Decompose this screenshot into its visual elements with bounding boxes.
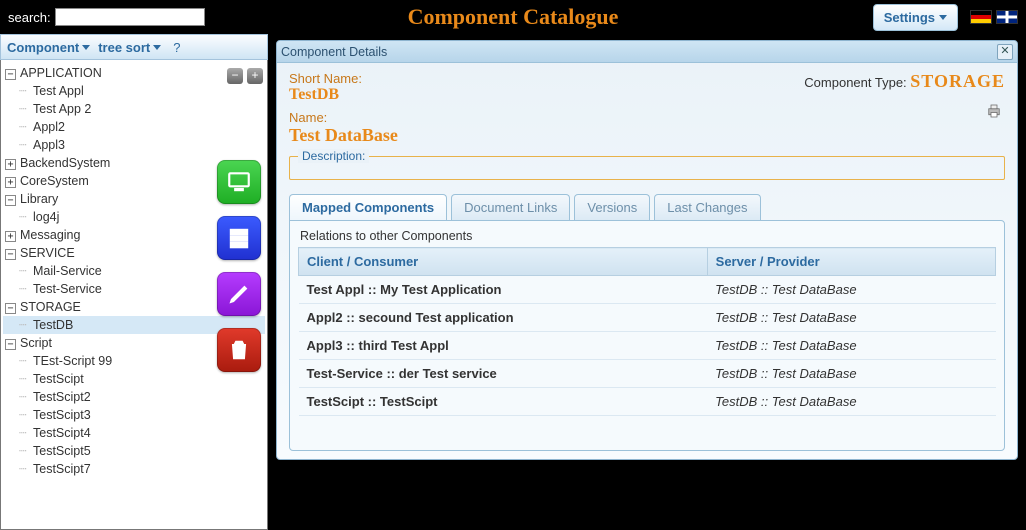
expand-all-button[interactable]: + [247,68,263,84]
table-row[interactable]: Test Appl :: My Test ApplicationTestDB :… [299,276,996,304]
name-label: Name: [289,110,804,125]
menu-tree-sort[interactable]: tree sort [98,40,161,55]
chevron-down-icon [153,45,161,50]
tab-bar: Mapped ComponentsDocument LinksVersionsL… [289,194,1005,220]
tree-item[interactable]: TestScipt5 [3,442,265,460]
tree-toolbar: Component tree sort ? [0,34,268,60]
monitor-icon[interactable] [217,160,261,204]
col-client[interactable]: Client / Consumer [299,248,708,276]
flag-uk-icon[interactable] [996,10,1018,24]
tree-item[interactable]: Test App 2 [3,100,265,118]
tab[interactable]: Document Links [451,194,570,220]
tree-item[interactable]: TestScipt2 [3,388,265,406]
tree-group-label: APPLICATION [20,66,102,80]
short-name-label: Short Name: [289,71,804,86]
cell-server: TestDB :: Test DataBase [707,332,995,360]
component-type-label: Component Type: [804,75,906,90]
tree-item[interactable]: Appl2 [3,118,265,136]
flag-de-icon[interactable] [970,10,992,24]
cell-client: Appl2 :: secound Test application [299,304,708,332]
tree-group-label: BackendSystem [20,156,110,170]
tree-group-label: Messaging [20,228,80,242]
top-bar: search: Component Catalogue Settings [0,0,1026,34]
relations-title: Relations to other Components [300,229,996,243]
cell-client: Test-Service :: der Test service [299,360,708,388]
table-row[interactable]: Appl3 :: third Test ApplTestDB :: Test D… [299,332,996,360]
collapse-all-button[interactable]: − [227,68,243,84]
search-label: search: [8,10,51,25]
component-type-value: STORAGE [910,71,1005,91]
plus-icon[interactable]: + [5,159,16,170]
col-server[interactable]: Server / Provider [707,248,995,276]
tree-group-label: SERVICE [20,246,75,260]
tab[interactable]: Mapped Components [289,194,447,220]
cell-server: TestDB :: Test DataBase [707,276,995,304]
edit-icon[interactable] [217,272,261,316]
tree-item[interactable]: TestScipt [3,370,265,388]
minus-icon[interactable]: − [5,69,16,80]
tree-group[interactable]: −APPLICATION [3,64,265,82]
short-name-value: TestDB [289,86,804,104]
tree-group-label: Script [20,336,52,350]
panel-title: Component Details [281,45,387,59]
table-row[interactable]: Test-Service :: der Test serviceTestDB :… [299,360,996,388]
chevron-down-icon [939,15,947,20]
description-label: Description: [298,149,369,163]
close-icon[interactable]: ✕ [997,44,1013,60]
settings-button[interactable]: Settings [873,4,958,31]
minus-icon[interactable]: − [5,195,16,206]
app-title: Component Catalogue [408,4,619,30]
tree-item[interactable]: Test Appl [3,82,265,100]
minus-icon[interactable]: − [5,249,16,260]
tree-group-label: STORAGE [20,300,81,314]
cell-client: Appl3 :: third Test Appl [299,332,708,360]
cell-server: TestDB :: Test DataBase [707,304,995,332]
name-value: Test DataBase [289,125,804,146]
language-flags [970,10,1018,24]
table-row[interactable]: TestScipt :: TestSciptTestDB :: Test Dat… [299,388,996,416]
chevron-down-icon [82,45,90,50]
help-button[interactable]: ? [173,40,180,55]
cell-client: Test Appl :: My Test Application [299,276,708,304]
plus-icon[interactable]: + [5,177,16,188]
minus-icon[interactable]: − [5,339,16,350]
tree-item[interactable]: TestScipt4 [3,424,265,442]
tab-pane: Relations to other Components Client / C… [289,220,1005,451]
cell-server: TestDB :: Test DataBase [707,388,995,416]
tab[interactable]: Versions [574,194,650,220]
storage-icon[interactable] [217,216,261,260]
table-row[interactable]: Appl2 :: secound Test applicationTestDB … [299,304,996,332]
search-wrap: search: [8,8,205,26]
tree-group-label: CoreSystem [20,174,89,188]
description-box: Description: [289,156,1005,180]
relations-table: Client / Consumer Server / Provider Test… [298,247,996,416]
details-panel: Component Details ✕ Short Name: TestDB N… [276,40,1018,460]
settings-label: Settings [884,10,935,25]
cell-server: TestDB :: Test DataBase [707,360,995,388]
plus-icon[interactable]: + [5,231,16,242]
menu-component[interactable]: Component [7,40,90,55]
tree-item[interactable]: Appl3 [3,136,265,154]
cell-client: TestScipt :: TestScipt [299,388,708,416]
minus-icon[interactable]: − [5,303,16,314]
tree-item[interactable]: TestScipt7 [3,460,265,478]
side-action-icons [217,160,261,372]
trash-icon[interactable] [217,328,261,372]
search-input[interactable] [55,8,205,26]
print-icon[interactable] [983,102,1005,120]
tab[interactable]: Last Changes [654,194,760,220]
tree-panel: −APPLICATIONTest ApplTest App 2Appl2Appl… [0,60,268,530]
tree-group-label: Library [20,192,58,206]
tree-item[interactable]: TestScipt3 [3,406,265,424]
